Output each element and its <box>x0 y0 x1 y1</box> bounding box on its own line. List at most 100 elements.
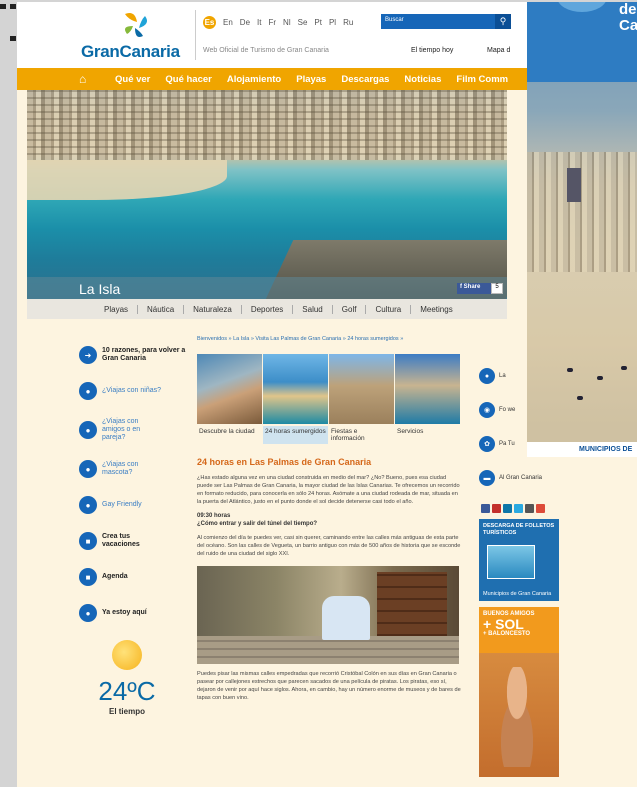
search-input[interactable]: Buscar ⚲ <box>381 14 511 29</box>
hero-beach <box>27 160 227 200</box>
subnav-playas[interactable]: Playas <box>95 304 139 314</box>
thumb-label-descubre[interactable]: Descubre la ciudad <box>197 426 262 444</box>
thumb-label-fiestas[interactable]: Fiestas e información <box>329 426 394 444</box>
sidebar-label: Ya estoy aquí <box>102 609 147 616</box>
googleplus-icon[interactable] <box>536 504 545 513</box>
sidebar-item-gay-friendly[interactable]: ● Gay Friendly <box>79 496 189 514</box>
photo-couple <box>322 596 370 640</box>
lang-pt[interactable]: Pt <box>314 18 322 27</box>
right-link-label: Pa Tu <box>499 440 515 447</box>
promo-line-2: + SOL <box>483 616 524 632</box>
right-link-label: Al Gran Canaria <box>499 474 543 481</box>
lang-pl[interactable]: Pl <box>329 18 336 27</box>
grancanaria-logo[interactable]: GranCanaria <box>77 10 197 64</box>
weather-widget[interactable]: 24ºC El tiempo <box>97 640 157 716</box>
sidebar-item-agenda[interactable]: ■ Agenda <box>79 568 189 586</box>
camera-icon: ◉ <box>479 402 495 418</box>
language-selector: Es En De It Fr Nl Se Pt Pl Ru <box>203 16 353 29</box>
article-intro: ¿Has estado alguna vez en una ciudad con… <box>197 475 460 505</box>
breadcrumb[interactable]: Bienvenidos » La Isla » Visita Las Palma… <box>197 336 462 342</box>
thumbnail-fiestas[interactable] <box>329 354 394 424</box>
thumbnail-descubre[interactable] <box>197 354 262 424</box>
brochures-banner[interactable]: DESCARGA DE FOLLETOS TURÍSTICOS Municipi… <box>479 519 559 601</box>
youtube-icon[interactable] <box>492 504 501 513</box>
lang-se[interactable]: Se <box>298 18 308 27</box>
main-content: Bienvenidos » La Isla » Visita Las Palma… <box>197 336 462 708</box>
document-icon: ■ <box>79 532 97 550</box>
subnav-salud[interactable]: Salud <box>293 304 333 314</box>
photo-steps <box>197 636 459 664</box>
promo-banner[interactable]: BUENOS AMIGOS + SOL + BALONCESTO <box>479 607 559 777</box>
nav-film-commission[interactable]: Film Comm <box>456 74 508 85</box>
logo-icon <box>125 13 147 37</box>
sidebar-item-ninos[interactable]: ● ¿Viajas con niñas? <box>79 382 189 400</box>
arrow-icon: ➜ <box>79 346 97 364</box>
person-mark <box>567 368 573 372</box>
map-link[interactable]: Mapa d <box>487 47 510 54</box>
article-paragraph: Puedes pisar las mismas calles empedrada… <box>197 671 461 701</box>
weather-today-link[interactable]: El tiempo hoy <box>411 47 453 54</box>
article-photo <box>197 566 459 664</box>
nav-alojamiento[interactable]: Alojamiento <box>227 74 281 85</box>
sidebar-item-ya-estoy-aqui[interactable]: ● Ya estoy aquí <box>79 604 189 622</box>
search-icon[interactable]: ⚲ <box>495 14 511 29</box>
sidebar-item-mascota[interactable]: ● ¿Viajas con mascota? <box>79 460 189 478</box>
lang-fr[interactable]: Fr <box>268 18 276 27</box>
lang-ru[interactable]: Ru <box>343 18 353 27</box>
nav-playas[interactable]: Playas <box>296 74 326 85</box>
banner-heading: DESCARGA DE FOLLETOS TURÍSTICOS <box>483 523 555 536</box>
sidebar-item-crea-vacaciones[interactable]: ■ Crea tus vacaciones <box>79 532 189 550</box>
hero-city-rows <box>27 90 507 160</box>
circle-icon: ● <box>479 368 495 384</box>
promo-person-image <box>489 667 545 767</box>
overlay-poster: de Gr Ca MUNICIPIOS DE <box>527 2 637 457</box>
sidebar-label: ¿Viajas con niñas? <box>102 387 162 394</box>
nav-descargas[interactable]: Descargas <box>341 74 389 85</box>
kids-icon: ● <box>79 382 97 400</box>
facebook-icon[interactable] <box>481 504 490 513</box>
lang-de[interactable]: De <box>240 18 250 27</box>
nav-que-hacer[interactable]: Qué hacer <box>165 74 211 85</box>
instagram-icon[interactable] <box>525 504 534 513</box>
home-icon[interactable]: ⌂ <box>79 72 99 86</box>
share-label: Share <box>463 284 481 290</box>
site-tagline: Web Oficial de Turismo de Gran Canaria <box>203 47 329 54</box>
poster-footer: MUNICIPIOS DE <box>527 442 637 457</box>
sidebar-label: ¿Viajas con amigos o en pareja? <box>102 418 141 441</box>
right-link-4[interactable]: ▬ Al Gran Canaria <box>479 470 559 486</box>
section-title: La Isla <box>79 281 121 297</box>
thumb-label-servicios[interactable]: Servicios <box>395 426 460 444</box>
section-title-band: La Isla f Share 5 <box>27 277 507 299</box>
people-icon: ● <box>79 496 97 514</box>
poster-tower <box>567 168 581 202</box>
thumbnail-servicios[interactable] <box>395 354 460 424</box>
hero-image <box>27 90 507 300</box>
sub-navigation: Playas Náutica Naturaleza Deportes Salud… <box>27 299 507 319</box>
left-sidebar: ➜ 10 razones, para volver a Gran Canaria… <box>79 346 189 716</box>
lang-nl[interactable]: Nl <box>283 18 291 27</box>
thumbnail-labels: Descubre la ciudad 24 horas sumergidos F… <box>197 426 462 444</box>
nav-noticias[interactable]: Noticias <box>404 74 441 85</box>
thumbnail-24-horas[interactable] <box>263 354 328 424</box>
subnav-meetings[interactable]: Meetings <box>411 305 461 314</box>
flickr-icon[interactable] <box>503 504 512 513</box>
subnav-golf[interactable]: Golf <box>333 304 367 314</box>
sidebar-item-10-razones[interactable]: ➜ 10 razones, para volver a Gran Canaria <box>79 346 189 364</box>
sidebar-item-amigos[interactable]: ● ¿Viajas con amigos o en pareja? <box>79 418 189 442</box>
subnav-naturaleza[interactable]: Naturaleza <box>184 304 242 314</box>
search-placeholder: Buscar <box>385 17 404 23</box>
subnav-deportes[interactable]: Deportes <box>242 304 294 314</box>
article-time: 09:30 horas <box>197 513 231 519</box>
lang-es[interactable]: Es <box>203 16 216 29</box>
nav-que-ver[interactable]: Qué ver <box>115 74 150 85</box>
thumb-label-24-horas[interactable]: 24 horas sumergidos <box>263 426 328 444</box>
temperature: 24ºC <box>98 676 156 706</box>
facebook-share-button[interactable]: f Share <box>457 283 491 294</box>
subnav-nautica[interactable]: Náutica <box>138 304 185 314</box>
twitter-icon[interactable] <box>514 504 523 513</box>
lang-en[interactable]: En <box>223 18 233 27</box>
lang-it[interactable]: It <box>257 18 261 27</box>
article-paragraph: Al comienzo del día te puedes ver, casi … <box>197 535 461 557</box>
subnav-cultura[interactable]: Cultura <box>366 304 412 314</box>
poster-title: de Gr Ca <box>619 2 637 34</box>
